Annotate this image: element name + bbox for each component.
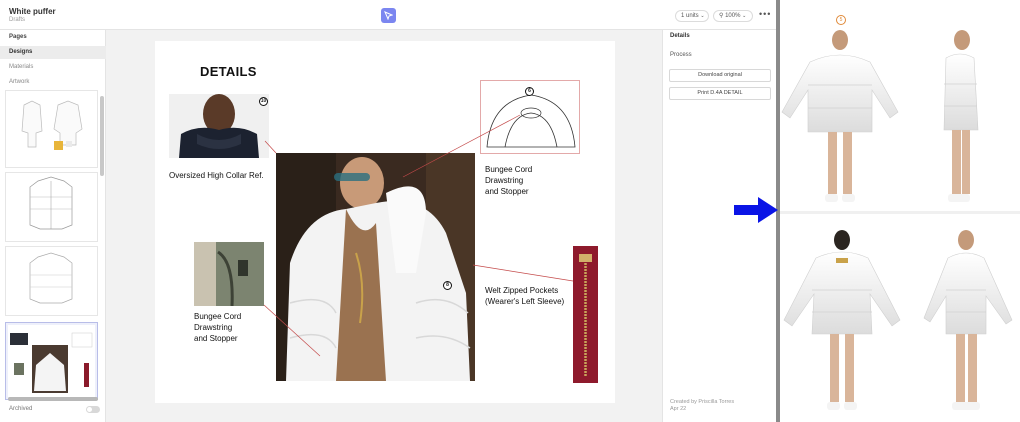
model-three-quarter-view [923, 230, 1013, 410]
created-by: Created by Priscilla Torres [670, 399, 735, 405]
sidebar-item-artwork[interactable]: Artwork [0, 76, 106, 89]
details-artboard[interactable]: DETAILS 10 Oversized High Collar Ref. 8 … [155, 41, 615, 403]
model-pin[interactable]: 5 [836, 15, 846, 25]
file-title[interactable]: White puffer [9, 7, 56, 16]
archived-label: Archived [9, 406, 33, 412]
print-detail-button[interactable]: Print D.4A DETAIL [669, 87, 771, 100]
horizontal-scrollbar[interactable] [8, 397, 98, 401]
tab-details[interactable]: Details [670, 33, 690, 39]
page-thumbnail[interactable] [5, 90, 98, 168]
created-date: Apr 22 [670, 406, 687, 412]
page-thumbnail[interactable] [5, 172, 98, 242]
units-dropdown[interactable]: 1 units ⌄ [675, 10, 709, 22]
top-bar: White puffer Drafts 1 units ⌄ ⚲ 100% ⌄ •… [0, 0, 776, 30]
more-options-button[interactable]: ••• [759, 9, 771, 19]
download-original-button[interactable]: Download original [669, 69, 771, 82]
zoom-icon: ⚲ [719, 13, 724, 19]
select-tool-button[interactable] [381, 8, 396, 23]
cursor-icon [384, 11, 393, 20]
zoom-dropdown[interactable]: ⚲ 100% ⌄ [713, 10, 753, 22]
arrow-right-icon [734, 197, 778, 223]
model-front-view [781, 30, 899, 202]
details-panel: Details Process Download original Print … [662, 30, 776, 422]
3d-model-renders: 5 [780, 0, 1020, 422]
page-thumbnails [5, 90, 101, 400]
tab-process[interactable]: Process [670, 52, 692, 58]
sidebar-item-designs[interactable]: Designs [0, 46, 106, 59]
chevron-down-icon: ⌄ [742, 13, 747, 19]
model-back-view [783, 230, 901, 410]
chevron-down-icon: ⌄ [700, 13, 705, 19]
created-info: Created by Priscilla Torres Apr 22 [670, 399, 734, 413]
design-app-window: White puffer Drafts 1 units ⌄ ⚲ 100% ⌄ •… [0, 0, 776, 422]
callout-connectors [263, 114, 574, 357]
archived-toggle[interactable] [86, 406, 100, 413]
units-value: 1 units [681, 13, 699, 19]
vertical-scrollbar[interactable] [100, 96, 104, 176]
sidebar-item-materials[interactable]: Materials [0, 61, 106, 74]
file-location[interactable]: Drafts [9, 17, 25, 23]
pages-sidebar: Pages Designs Materials Artwork [0, 30, 106, 422]
model-figures [780, 30, 1020, 410]
page-thumbnail-selected[interactable] [5, 322, 98, 400]
pages-heading: Pages [9, 34, 27, 40]
page-thumbnail[interactable] [5, 246, 98, 316]
model-side-view [943, 30, 979, 202]
zoom-value: 100% [725, 13, 741, 19]
